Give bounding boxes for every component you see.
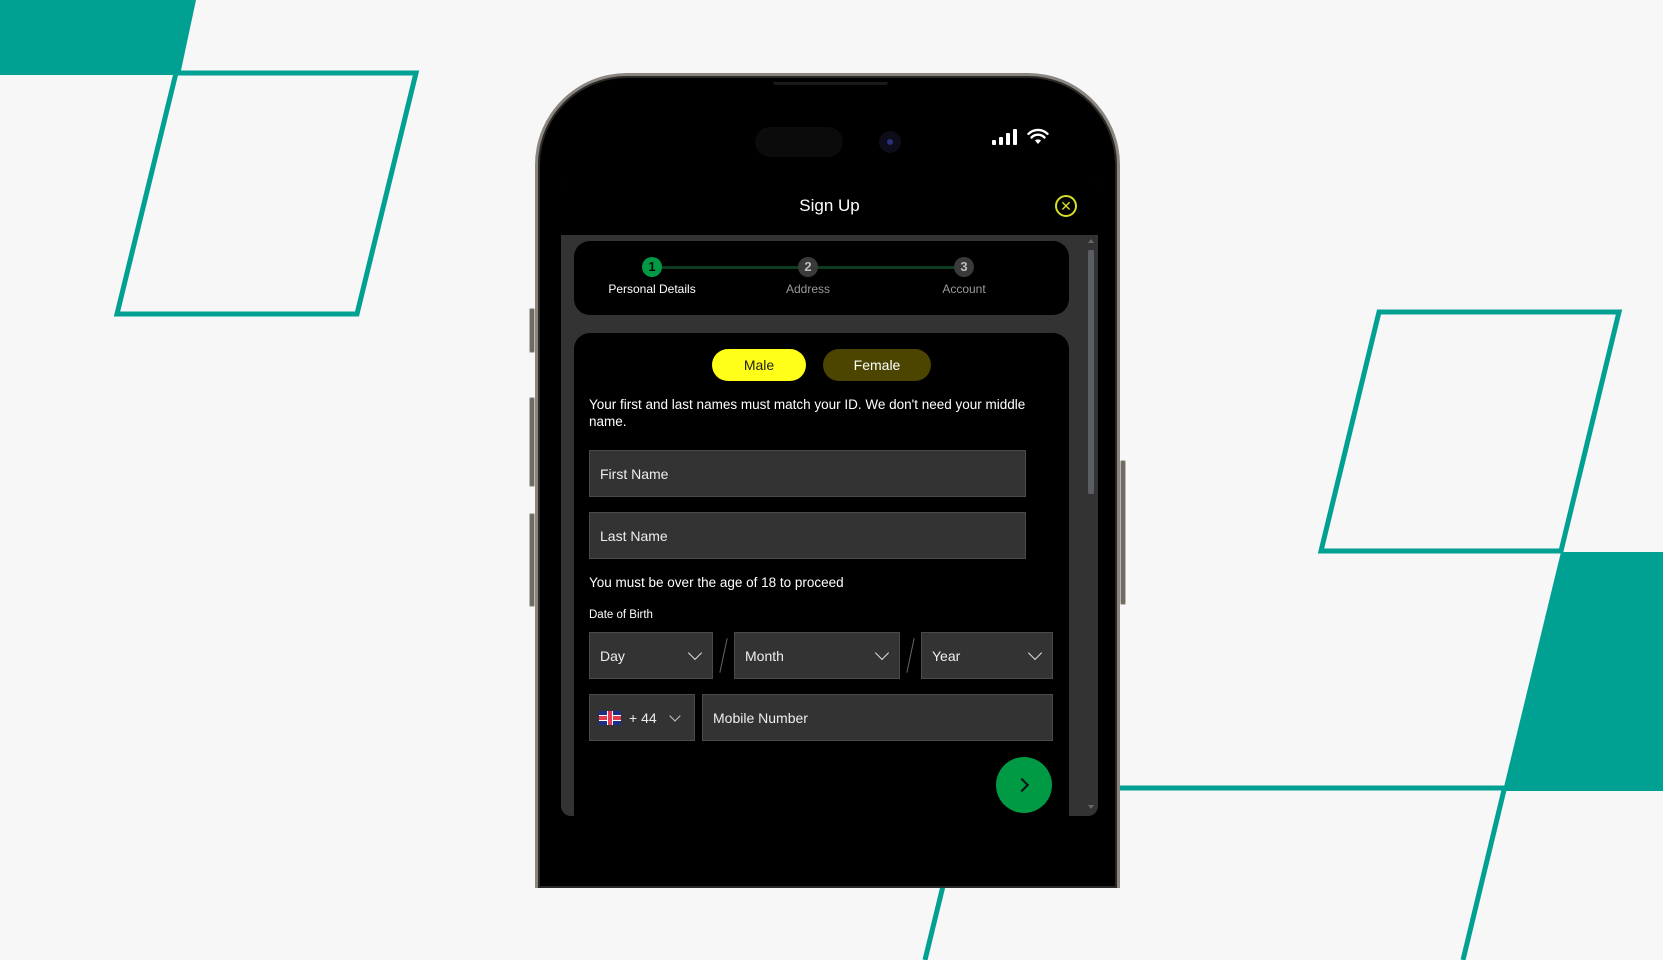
step-account: 3 Account <box>899 257 1029 296</box>
chevron-down-icon <box>687 645 703 661</box>
phone-power-button <box>1120 460 1126 605</box>
chevron-down-icon <box>1027 645 1043 661</box>
name-notice: Your first and last names must match you… <box>589 397 1026 429</box>
step-label: Address <box>785 282 831 296</box>
chevron-down-icon <box>874 645 890 661</box>
dob-year-value: Year <box>932 647 961 664</box>
step-personal-details: 1 Personal Details <box>587 257 717 296</box>
progress-stepper: 1 Personal Details 2 Address 3 Account <box>574 241 1069 315</box>
teal-filled-shape-top-left <box>0 0 196 75</box>
scroll-up-arrow-icon[interactable] <box>1088 239 1094 243</box>
status-bar <box>992 128 1049 145</box>
teal-filled-shape-right <box>1503 552 1663 791</box>
teal-outline-parallelogram-right <box>1317 309 1623 554</box>
signup-modal: Sign Up ✕ 1 Personal Details 2 Address 3… <box>561 180 1098 816</box>
dynamic-island <box>755 127 843 157</box>
personal-details-form: Male Female Your first and last names mu… <box>574 333 1069 816</box>
teal-outline-parallelogram-left <box>113 70 420 317</box>
step-label: Personal Details <box>608 282 696 296</box>
dob-month-value: Month <box>745 647 784 664</box>
dial-code: + 44 <box>629 709 657 726</box>
scrollbar[interactable] <box>1087 236 1095 812</box>
step-number: 2 <box>798 257 818 277</box>
dob-month-select[interactable]: Month <box>734 632 900 679</box>
dob-day-select[interactable]: Day <box>589 632 713 679</box>
step-number: 1 <box>642 257 662 277</box>
teal-diagonal-line-bottom <box>922 885 946 960</box>
country-code-select[interactable]: + 44 <box>589 694 695 741</box>
step-number: 3 <box>954 257 974 277</box>
step-address: 2 Address <box>743 257 873 296</box>
front-camera-icon <box>879 131 901 153</box>
teal-diagonal-line-right <box>1460 789 1507 960</box>
dob-year-select[interactable]: Year <box>921 632 1053 679</box>
close-button[interactable]: ✕ <box>1055 195 1077 217</box>
chevron-down-icon <box>668 709 681 722</box>
next-button[interactable] <box>996 757 1052 813</box>
cellular-signal-icon <box>992 129 1017 145</box>
age-notice: You must be over the age of 18 to procee… <box>589 575 844 590</box>
dob-label: Date of Birth <box>589 609 653 621</box>
chevron-right-icon <box>1014 777 1030 793</box>
last-name-input[interactable]: Last Name <box>589 512 1026 559</box>
modal-header: Sign Up ✕ <box>561 180 1098 235</box>
modal-title: Sign Up <box>799 196 860 215</box>
close-icon: ✕ <box>1060 198 1072 214</box>
mobile-number-input[interactable]: Mobile Number <box>702 694 1053 741</box>
wifi-icon <box>1027 128 1049 144</box>
date-separator <box>906 638 915 673</box>
first-name-input[interactable]: First Name <box>589 450 1026 497</box>
scroll-down-arrow-icon[interactable] <box>1088 805 1094 809</box>
gender-female-button[interactable]: Female <box>823 349 931 381</box>
uk-flag-icon <box>599 710 621 725</box>
scrollbar-thumb[interactable] <box>1088 250 1094 494</box>
gender-male-button[interactable]: Male <box>712 349 806 381</box>
date-separator <box>719 638 728 673</box>
phone-speaker-grille <box>773 82 888 85</box>
step-label: Account <box>942 282 986 296</box>
dob-day-value: Day <box>600 647 625 664</box>
